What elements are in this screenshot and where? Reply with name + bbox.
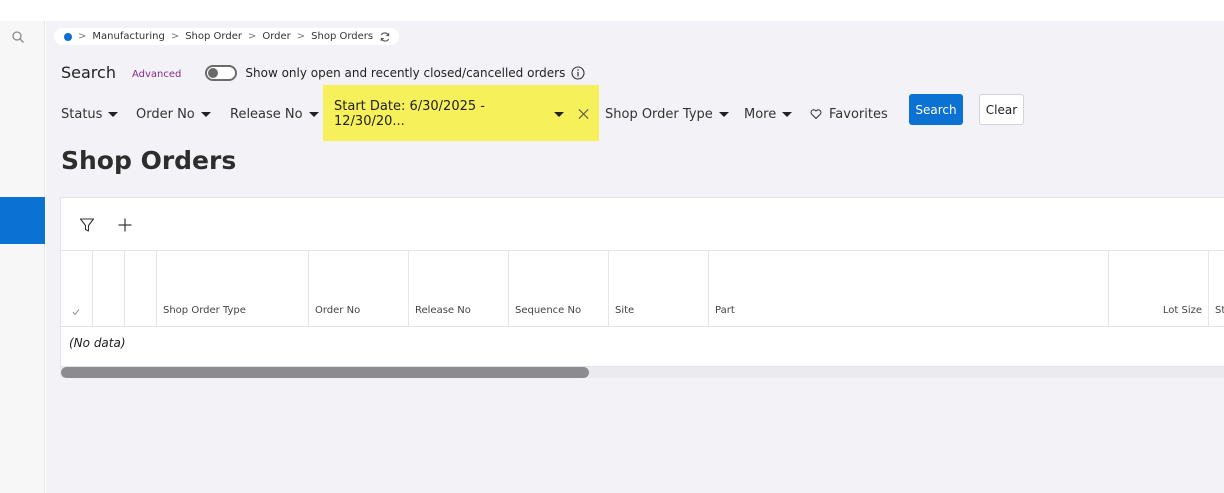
- column-header-site[interactable]: Site: [609, 251, 709, 327]
- caret-down-icon: [782, 112, 793, 117]
- caret-down-icon: [108, 112, 119, 117]
- open-orders-toggle[interactable]: [205, 64, 238, 81]
- select-all-column[interactable]: [61, 251, 93, 327]
- shop-order-type-filter[interactable]: Shop Order Type: [605, 97, 729, 131]
- toggle-knob: [208, 67, 219, 78]
- column-header-lot-size[interactable]: Lot Size: [1109, 251, 1209, 327]
- open-orders-toggle-label: Show only open and recently closed/cance…: [245, 65, 566, 80]
- horizontal-scrollbar[interactable]: [60, 367, 1224, 378]
- chevron-right-icon: >: [247, 31, 257, 42]
- main-content: > Manufacturing > Shop Order > Order > S…: [46, 21, 1224, 493]
- column-header-label: St: [1215, 305, 1224, 316]
- column-header-label: Order No: [315, 305, 361, 316]
- chevron-right-icon: >: [296, 31, 306, 42]
- checkmark-icon: [72, 309, 80, 316]
- search-header: Search Advanced Show only open and recen…: [61, 63, 585, 82]
- page-title: Shop Orders: [61, 146, 237, 175]
- shop-orders-table: Shop Order Type Order No Release No Sequ…: [60, 197, 1224, 367]
- start-date-filter-label: Start Date: 6/30/2025 - 12/30/20...: [334, 99, 485, 129]
- column-header-label: Shop Order Type: [163, 305, 246, 316]
- caret-down-icon: [308, 112, 319, 117]
- home-icon[interactable]: [64, 32, 72, 41]
- advanced-search-link[interactable]: Advanced: [132, 69, 181, 80]
- favorites-label: Favorites: [829, 106, 888, 122]
- plus-icon[interactable]: [117, 217, 133, 233]
- status-filter[interactable]: Status: [61, 107, 136, 122]
- filter-bar: Status Order No Release No: [61, 97, 322, 131]
- caret-down-icon[interactable]: [553, 112, 564, 117]
- column-header-release-no[interactable]: Release No: [409, 251, 509, 327]
- no-data-message: (No data): [69, 336, 126, 350]
- table-header: Shop Order Type Order No Release No Sequ…: [61, 251, 1224, 327]
- scrollbar-thumb[interactable]: [61, 367, 589, 378]
- sidebar-active-item[interactable]: [0, 197, 45, 244]
- table-toolbar: [61, 198, 1224, 251]
- status-filter-label: Status: [61, 106, 103, 122]
- clear-button[interactable]: Clear: [979, 94, 1024, 125]
- caret-down-icon: [718, 112, 729, 117]
- column-header-label: Site: [615, 305, 635, 316]
- refresh-icon[interactable]: [379, 31, 391, 43]
- more-filters[interactable]: More: [744, 97, 793, 131]
- release-no-filter-label: Release No: [230, 106, 303, 122]
- shop-order-type-filter-label: Shop Order Type: [605, 106, 713, 122]
- more-filters-label: More: [744, 106, 777, 122]
- column-header-shop-order-type[interactable]: Shop Order Type: [157, 251, 309, 327]
- start-date-filter[interactable]: Start Date: 6/30/2025 - 12/30/20...: [334, 99, 589, 129]
- filter-icon[interactable]: [79, 217, 95, 233]
- column-header-order-no[interactable]: Order No: [309, 251, 409, 327]
- breadcrumb-item-order[interactable]: Order: [262, 31, 290, 42]
- search-button[interactable]: Search: [909, 94, 963, 125]
- breadcrumb-item-shop-order[interactable]: Shop Order: [185, 31, 242, 42]
- search-icon[interactable]: [11, 30, 25, 44]
- heart-icon: [810, 109, 822, 120]
- search-title: Search: [61, 63, 116, 82]
- column-header-label: Lot Size: [1162, 305, 1202, 316]
- breadcrumb-item-manufacturing[interactable]: Manufacturing: [92, 31, 164, 42]
- table-column-blank-1: [93, 251, 125, 327]
- order-no-filter[interactable]: Order No: [136, 107, 230, 122]
- breadcrumb-item-shop-orders: Shop Orders: [311, 31, 374, 42]
- info-icon[interactable]: [571, 65, 585, 80]
- column-header-label: Sequence No: [515, 305, 582, 316]
- chevron-right-icon: >: [78, 31, 87, 42]
- sidebar: [0, 21, 45, 493]
- release-no-filter[interactable]: Release No: [230, 107, 322, 122]
- top-bar: [0, 0, 1224, 21]
- column-header-sequence-no[interactable]: Sequence No: [509, 251, 609, 327]
- close-icon[interactable]: [578, 108, 589, 120]
- favorites-button[interactable]: Favorites: [810, 97, 888, 131]
- column-header-label: Part: [715, 305, 735, 316]
- column-header-label: Release No: [415, 305, 471, 316]
- chevron-right-icon: >: [170, 31, 180, 42]
- column-header-part[interactable]: Part: [709, 251, 1109, 327]
- caret-down-icon: [200, 112, 211, 117]
- table-column-blank-2: [125, 251, 157, 327]
- column-header-status[interactable]: St: [1209, 251, 1224, 327]
- order-no-filter-label: Order No: [136, 106, 195, 122]
- breadcrumb: > Manufacturing > Shop Order > Order > S…: [54, 28, 400, 45]
